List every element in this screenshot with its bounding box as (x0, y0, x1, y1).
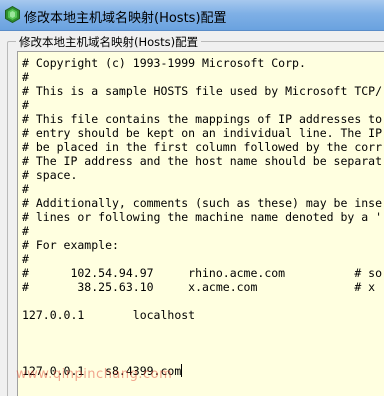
editor-line: # This file contains the mappings of IP … (22, 112, 383, 126)
editor-line: # (22, 224, 29, 238)
text-caret (181, 364, 183, 377)
group-label: 修改本地主机域名映射(Hosts)配置 (16, 34, 202, 50)
editor-line: # Copyright (c) 1993-1999 Microsoft Corp… (22, 56, 306, 70)
editor-line: # lines or following the machine name de… (22, 210, 383, 224)
editor-line: # Additionally, comments (such as these)… (22, 196, 383, 210)
editor-line: # (22, 98, 29, 112)
editor-line: # For example: (22, 238, 119, 252)
hosts-file-content[interactable]: # Copyright (c) 1993-1999 Microsoft Corp… (18, 52, 384, 378)
window-title: 修改本地主机域名映射(Hosts)配置 (24, 11, 227, 26)
editor-line: # (22, 252, 29, 266)
app-icon (5, 6, 20, 23)
editor-line: # This is a sample HOSTS file used by Mi… (22, 84, 383, 98)
hosts-config-window: 修改本地主机域名映射(Hosts)配置 修改本地主机域名映射(Hosts)配置 … (0, 0, 384, 396)
editor-line: # (22, 70, 29, 84)
title-bar[interactable]: 修改本地主机域名映射(Hosts)配置 (0, 0, 384, 31)
editor-line: 127.0.0.1 localhost (22, 308, 196, 322)
editor-line: # space. (22, 168, 78, 182)
hosts-text-editor[interactable]: # Copyright (c) 1993-1999 Microsoft Corp… (17, 51, 384, 396)
editor-line: # 102.54.94.97 rhino.acme.com # so (22, 266, 383, 280)
editor-line: # (22, 182, 29, 196)
editor-line: # The IP address and the host name shoul… (22, 154, 383, 168)
editor-line: # 38.25.63.10 x.acme.com # x (22, 280, 376, 294)
editor-line: # be placed in the first column followed… (22, 140, 383, 154)
editor-line: # entry should be kept on an individual … (22, 126, 383, 140)
editor-line: 127.0.0.1 s8.4399.com (22, 364, 182, 378)
